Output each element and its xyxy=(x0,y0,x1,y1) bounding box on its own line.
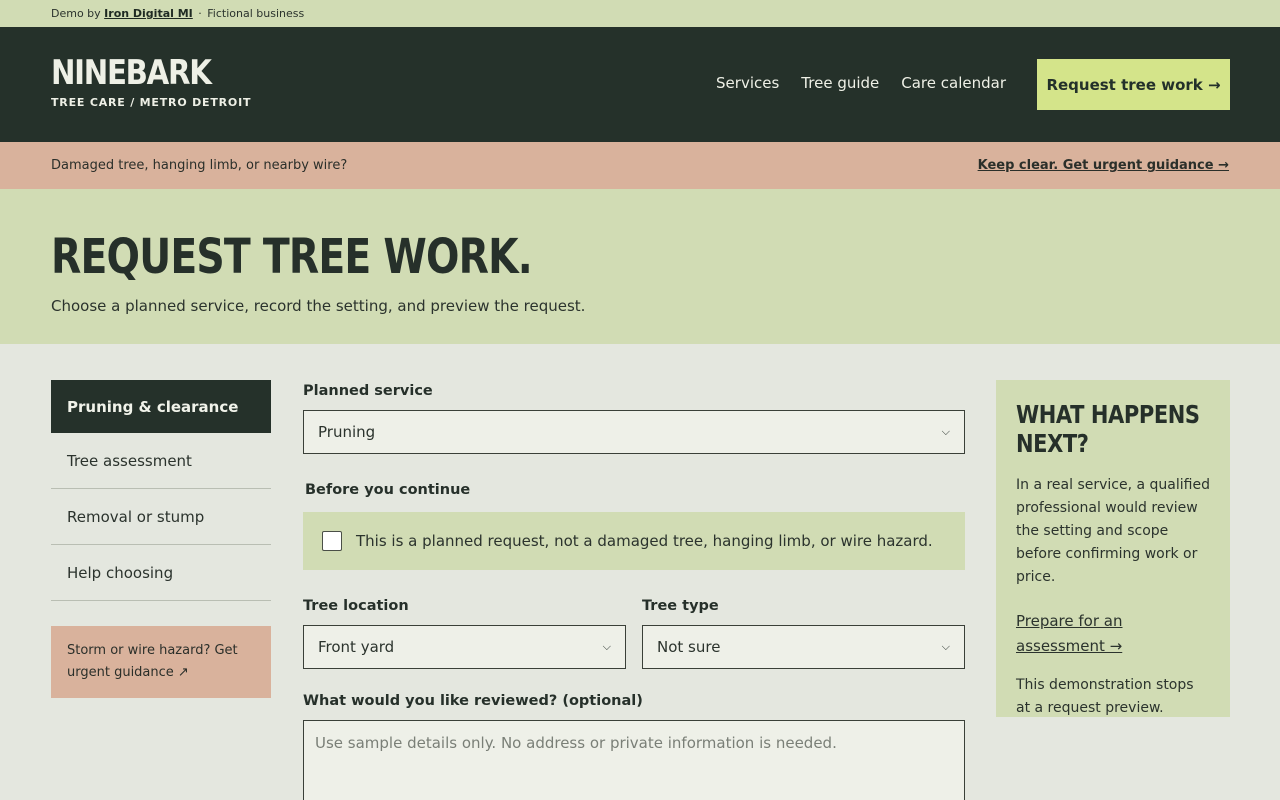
demo-notice: This demonstration stops at a request pr… xyxy=(1016,677,1194,716)
location-select-value: Front yard xyxy=(318,638,395,656)
brand-name: NINEBARK xyxy=(51,53,212,93)
sidenav-item-help[interactable]: Help choosing xyxy=(51,545,271,601)
review-textarea[interactable]: Use sample details only. No address or p… xyxy=(303,720,965,800)
review-label: What would you like reviewed? (optional) xyxy=(303,693,643,709)
review-placeholder: Use sample details only. No address or p… xyxy=(315,734,837,752)
prepare-assessment-link[interactable]: Prepare for an assessment → xyxy=(1016,609,1210,659)
request-form: Planned service Pruning ⌵ Before you con… xyxy=(303,380,965,800)
main-nav: Services Tree guide Care calendar xyxy=(716,74,1006,92)
chevron-down-icon: ⌵ xyxy=(941,640,950,653)
page-subtitle: Choose a planned service, record the set… xyxy=(51,297,586,315)
demo-credit-link[interactable]: Iron Digital MI xyxy=(104,7,193,20)
urgent-guidance-link[interactable]: Keep clear. Get urgent guidance → xyxy=(978,158,1229,173)
next-steps-title: WHAT HAPPENS NEXT? xyxy=(1016,400,1200,458)
site-header: NINEBARK TREE CARE / METRO DETROIT Servi… xyxy=(0,27,1280,142)
sidenav-item-assessment[interactable]: Tree assessment xyxy=(51,433,271,489)
type-label: Tree type xyxy=(642,598,719,614)
service-select-value: Pruning xyxy=(318,423,376,441)
next-steps-body: In a real service, a qualified professio… xyxy=(1016,477,1210,585)
planned-request-confirmation: This is a planned request, not a damaged… xyxy=(303,512,965,570)
service-sidenav: Pruning & clearance Tree assessment Remo… xyxy=(51,380,271,601)
type-select-value: Not sure xyxy=(657,638,721,656)
nav-services[interactable]: Services xyxy=(716,74,779,92)
sidenav-item-removal[interactable]: Removal or stump xyxy=(51,489,271,545)
nav-tree-guide[interactable]: Tree guide xyxy=(801,74,879,92)
type-group: Tree type Not sure ⌵ xyxy=(642,598,965,669)
chevron-down-icon: ⌵ xyxy=(602,640,611,653)
chevron-down-icon: ⌵ xyxy=(941,425,950,438)
request-tree-work-button[interactable]: Request tree work → xyxy=(1037,59,1230,110)
type-select[interactable]: Not sure ⌵ xyxy=(642,625,965,669)
brand-tagline: TREE CARE / METRO DETROIT xyxy=(51,96,252,109)
nav-care-calendar[interactable]: Care calendar xyxy=(901,74,1006,92)
hazard-alert-text: Damaged tree, hanging limb, or nearby wi… xyxy=(51,158,348,173)
continue-label: Before you continue xyxy=(305,482,471,498)
location-select[interactable]: Front yard ⌵ xyxy=(303,625,626,669)
brand-logo[interactable]: NINEBARK TREE CARE / METRO DETROIT xyxy=(51,53,251,109)
planned-request-text: This is a planned request, not a damaged… xyxy=(356,532,933,550)
demo-suffix: Fictional business xyxy=(207,7,305,20)
demo-banner: Demo by Iron Digital MI · Fictional busi… xyxy=(0,0,1280,27)
demo-prefix: Demo by xyxy=(51,7,101,20)
page-title: REQUEST TREE WORK. xyxy=(51,229,533,285)
planned-request-checkbox[interactable] xyxy=(322,531,342,551)
next-steps-panel: WHAT HAPPENS NEXT? In a real service, a … xyxy=(996,380,1230,717)
service-select[interactable]: Pruning ⌵ xyxy=(303,410,965,454)
sidenav-item-pruning[interactable]: Pruning & clearance xyxy=(51,380,271,433)
service-label: Planned service xyxy=(303,383,433,399)
location-group: Tree location Front yard ⌵ xyxy=(303,598,626,669)
demo-separator: · xyxy=(198,7,202,20)
hazard-alert-bar: Damaged tree, hanging limb, or nearby wi… xyxy=(0,142,1280,189)
page-hero: REQUEST TREE WORK. Choose a planned serv… xyxy=(0,189,1280,344)
location-type-row: Tree location Front yard ⌵ Tree type Not… xyxy=(303,598,965,669)
storm-hazard-link[interactable]: Storm or wire hazard? Get urgent guidanc… xyxy=(51,626,271,698)
location-label: Tree location xyxy=(303,598,409,614)
